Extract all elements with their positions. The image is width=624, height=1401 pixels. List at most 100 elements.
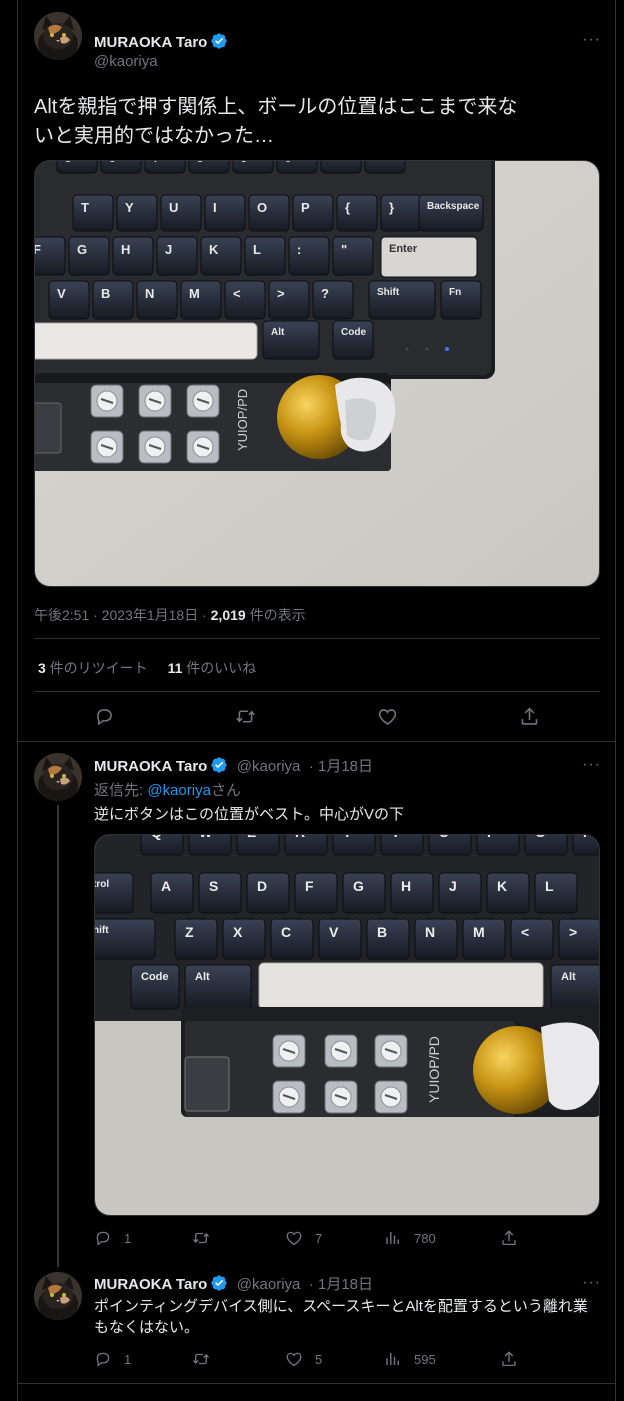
keycap-top-label: = <box>373 161 379 165</box>
keycap-a-label: L <box>545 878 554 894</box>
keycap-z-cap <box>414 918 458 960</box>
keycap-top-label: 0 <box>285 161 291 165</box>
author-handle[interactable]: @kaoriya <box>94 53 158 70</box>
keycap-z-cap <box>318 918 362 960</box>
author-name[interactable]: MURAOKA Taro <box>94 1276 207 1293</box>
keycap-z-label: ? <box>321 286 329 301</box>
verified-badge-icon[interactable] <box>210 756 228 774</box>
tweet-photo[interactable]: 5 6 7 8 9 0 - = T Y U I O P {} Backspace F G H J K L: " Enter V B… <box>34 160 600 587</box>
spacebar <box>35 322 258 360</box>
author-handle[interactable]: @kaoriya <box>237 758 301 775</box>
keycap-enter-label: Enter <box>389 243 418 255</box>
more-options-icon[interactable]: ··· <box>582 756 601 774</box>
board-label: YUIOP/PD <box>426 1036 442 1103</box>
keycap-a-cap <box>246 872 290 914</box>
verified-badge-icon[interactable] <box>210 32 228 50</box>
keycap-z-label: X <box>233 924 243 940</box>
reply-header: MURAOKA Taro @kaoriya · 1月18日 <box>94 755 373 776</box>
keycap-q-cap <box>248 194 290 232</box>
retweets-stat[interactable]: 3 件のリツイート <box>38 660 148 676</box>
keycap-z-label: Z <box>185 924 194 940</box>
keycap-q-label: T <box>81 200 89 215</box>
mcu-module <box>35 402 62 454</box>
share-button[interactable] <box>500 1229 518 1247</box>
keycap-a-cap <box>200 236 242 276</box>
reply-icon <box>94 1229 112 1247</box>
keycap-q-cap <box>72 194 114 232</box>
keycap-top-cap <box>232 161 274 174</box>
keycap-z-cap <box>268 280 310 320</box>
tweet-photo[interactable]: Q W E R T Y U I O Ptrol A S D F G H J K Lhift Z X C V B N M < > Code… <box>94 834 600 1216</box>
share-button[interactable] <box>519 706 540 727</box>
keycap-z-cap <box>180 280 222 320</box>
spacebar <box>258 962 544 1010</box>
replying-to: 返信先: @kaoriyaさん <box>94 779 241 800</box>
likes-label: 件のいいね <box>182 660 257 676</box>
avatar[interactable] <box>34 1272 82 1320</box>
more-options-icon[interactable]: ··· <box>582 31 601 49</box>
tweet-date[interactable]: · 1月18日 <box>309 758 373 775</box>
keycap-a-label: D <box>257 878 267 894</box>
avatar[interactable] <box>34 753 82 801</box>
keycap-z-label: C <box>281 924 291 940</box>
reply-icon <box>94 1350 112 1368</box>
keycap-z-cap <box>270 918 314 960</box>
keycap-z-label: V <box>57 286 66 301</box>
keycap-z-cap <box>92 280 134 320</box>
share-icon <box>500 1350 518 1368</box>
keycap-code-label: Code <box>341 327 366 338</box>
share-button[interactable] <box>500 1350 518 1368</box>
like-button[interactable]: 5 <box>285 1350 322 1368</box>
reply-button[interactable] <box>94 706 115 727</box>
keycap-q-cap <box>332 835 376 856</box>
keycap-q-label: Y <box>125 200 134 215</box>
more-options-icon[interactable]: ··· <box>582 1274 601 1292</box>
keycap-a-cap <box>486 872 530 914</box>
views-count: 780 <box>414 1230 436 1246</box>
divider <box>34 691 600 692</box>
keycap-q-label: E <box>247 835 256 840</box>
author-name[interactable]: MURAOKA Taro <box>94 758 207 775</box>
keycap-q-label: U <box>439 835 449 840</box>
keycap-top-cap <box>100 161 142 174</box>
keycap-q-cap <box>236 835 280 856</box>
keycap-backspace-label: Backspace <box>427 201 480 212</box>
likes-stat[interactable]: 11 件のいいね <box>168 660 257 676</box>
keycap-q-label: Y <box>391 835 401 840</box>
keycap-q-label: I <box>213 200 217 215</box>
views-icon <box>384 1350 402 1368</box>
keycap-q-cap <box>380 194 422 232</box>
keycap-q-cap <box>204 194 246 232</box>
keycap-a-label: J <box>165 242 172 257</box>
keycap-a-label: G <box>77 242 87 257</box>
verified-badge-icon[interactable] <box>210 1274 228 1292</box>
keycap-a-cap <box>332 236 374 276</box>
tweet-date[interactable]: · 1月18日 <box>309 1276 373 1293</box>
keycap-top-cap <box>188 161 230 174</box>
reply-count: 1 <box>124 1351 132 1367</box>
views-button[interactable]: 595 <box>384 1350 436 1368</box>
retweet-button[interactable] <box>192 1229 222 1247</box>
retweet-button[interactable] <box>235 706 256 727</box>
avatar[interactable] <box>34 12 82 60</box>
replying-to-link[interactable]: @kaoriya <box>147 782 211 799</box>
keycap-q-cap <box>284 835 328 856</box>
reply-button[interactable]: 1 <box>94 1229 131 1247</box>
like-button[interactable]: 7 <box>285 1229 322 1247</box>
views-button[interactable]: 780 <box>384 1229 436 1247</box>
like-button[interactable] <box>377 706 398 727</box>
like-icon <box>285 1350 303 1368</box>
like-icon <box>377 706 398 727</box>
retweet-button[interactable] <box>192 1350 222 1368</box>
timestamp[interactable]: 午後2:51 · 2023年1月18日 · <box>34 607 211 623</box>
keycap-top-cap <box>56 161 98 174</box>
avatar-image <box>34 1272 82 1320</box>
keycap-top-cap <box>320 161 362 174</box>
author-handle[interactable]: @kaoriya <box>237 1276 301 1293</box>
reply-button[interactable]: 1 <box>94 1350 131 1368</box>
keycap-q-cap <box>524 835 568 856</box>
author-name[interactable]: MURAOKA Taro <box>94 34 207 51</box>
tweet-text-line-1: ポインティングデバイス側に、スペースキーとAltを配置するという離れ業 <box>94 1298 588 1315</box>
keycap-a-label: : <box>297 242 301 257</box>
like-count: 7 <box>315 1230 323 1246</box>
